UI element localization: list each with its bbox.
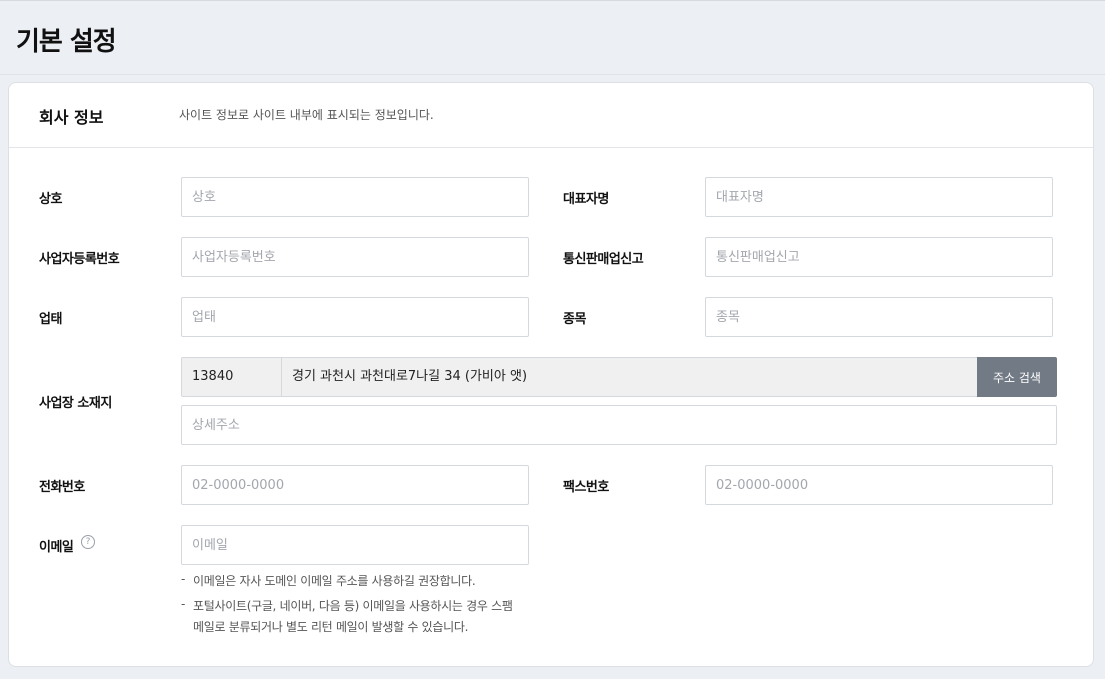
fax-input[interactable]: [705, 465, 1053, 505]
ceo-name-label: 대표자명: [563, 192, 609, 207]
phone-label: 전화번호: [39, 480, 85, 495]
address-line-field: 경기 과천시 과천대로7나길 34 (가비아 앳): [281, 357, 978, 397]
company-name-input[interactable]: [181, 177, 529, 217]
business-reg-no-label: 사업자등록번호: [39, 252, 120, 267]
business-item-input[interactable]: [705, 297, 1053, 337]
phone-input[interactable]: [181, 465, 529, 505]
ceo-name-input[interactable]: [705, 177, 1053, 217]
section-description: 사이트 정보로 사이트 내부에 표시되는 정보입니다.: [179, 108, 434, 122]
business-type-input[interactable]: [181, 297, 529, 337]
section-title: 회사 정보: [39, 108, 104, 127]
note-bullet: -: [181, 572, 186, 586]
email-note: - 이메일은 자사 도메인 이메일 주소를 사용하길 권장합니다.: [181, 572, 476, 589]
address-search-button[interactable]: 주소 검색: [977, 357, 1057, 397]
business-item-label: 종목: [563, 312, 586, 327]
email-input[interactable]: [181, 525, 529, 565]
business-type-label: 업태: [39, 312, 62, 327]
email-note-text: 포털사이트(구글, 네이버, 다음 등) 이메일을 사용하시는 경우 스팸: [193, 599, 513, 613]
page-header: 기본 설정: [0, 1, 1105, 75]
mail-order-reg-input[interactable]: [705, 237, 1053, 277]
company-name-label: 상호: [39, 192, 62, 207]
card-header: 회사 정보 사이트 정보로 사이트 내부에 표시되는 정보입니다.: [9, 83, 1093, 148]
note-bullet: -: [181, 597, 186, 611]
email-note: - 포털사이트(구글, 네이버, 다음 등) 이메일을 사용하시는 경우 스팸: [181, 597, 513, 614]
email-note-text: 이메일은 자사 도메인 이메일 주소를 사용하길 권장합니다.: [193, 574, 476, 588]
email-note-continuation: 메일로 분류되거나 별도 리턴 메일이 발생할 수 있습니다.: [193, 620, 469, 634]
page-title: 기본 설정: [16, 27, 117, 57]
business-reg-no-input[interactable]: [181, 237, 529, 277]
mail-order-reg-label: 통신판매업신고: [563, 252, 644, 267]
question-circle-icon[interactable]: ?: [81, 535, 95, 549]
zipcode-field: 13840: [181, 357, 281, 397]
company-info-card: 회사 정보 사이트 정보로 사이트 내부에 표시되는 정보입니다. 상호 대표자…: [8, 82, 1094, 667]
fax-label: 팩스번호: [563, 480, 609, 495]
email-label: 이메일: [39, 540, 74, 555]
address-detail-input[interactable]: [181, 405, 1057, 445]
address-label: 사업장 소재지: [39, 396, 112, 411]
